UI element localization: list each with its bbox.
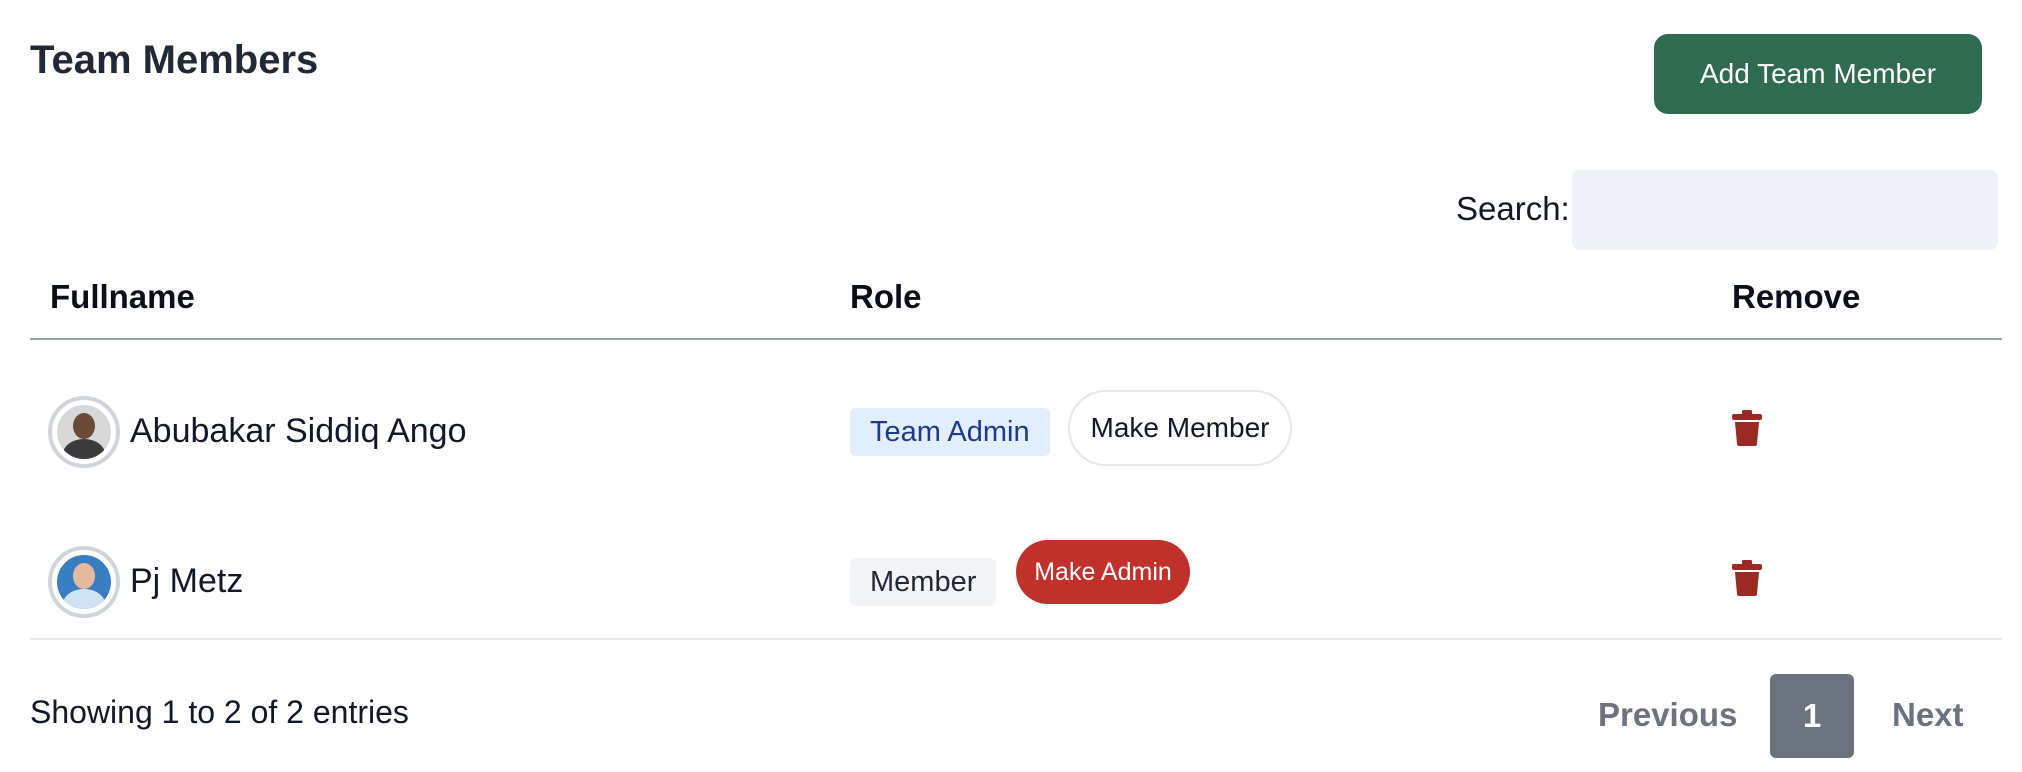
- role-badge-member: Member: [850, 558, 997, 606]
- page-number-button[interactable]: 1: [1770, 674, 1854, 758]
- table-header: Fullname Role Remove: [30, 258, 2002, 340]
- table-row: Pj Metz Member Make Admin: [30, 490, 2002, 640]
- page-title: Team Members: [30, 38, 319, 82]
- team-members-table: Fullname Role Remove Abubakar Siddiq Ang…: [30, 258, 2002, 640]
- member-name: Abubakar Siddiq Ango: [130, 412, 467, 450]
- search-label: Search:: [1456, 190, 1570, 227]
- table-row: Abubakar Siddiq Ango Team Admin Make Mem…: [30, 340, 2002, 490]
- make-member-button[interactable]: Make Member: [1068, 390, 1292, 466]
- avatar-image: [57, 555, 111, 609]
- column-header-remove[interactable]: Remove: [1732, 278, 1860, 316]
- user-avatar-icon: [48, 546, 120, 618]
- team-members-page: Team Members Add Team Member Search: Ful…: [0, 0, 2022, 772]
- column-header-role[interactable]: Role: [850, 278, 922, 316]
- previous-page-button[interactable]: Previous: [1598, 696, 1737, 734]
- column-header-fullname[interactable]: Fullname: [50, 278, 195, 316]
- trash-icon[interactable]: [1732, 410, 1762, 446]
- add-team-member-button[interactable]: Add Team Member: [1654, 34, 1982, 114]
- next-page-button[interactable]: Next: [1892, 696, 1964, 734]
- make-admin-button[interactable]: Make Admin: [1016, 540, 1190, 604]
- user-avatar-icon: [48, 396, 120, 468]
- role-badge-team-admin: Team Admin: [850, 408, 1050, 456]
- avatar-image: [57, 405, 111, 459]
- entries-info: Showing 1 to 2 of 2 entries: [30, 694, 409, 730]
- member-name: Pj Metz: [130, 562, 244, 600]
- trash-icon[interactable]: [1732, 560, 1762, 596]
- search-input[interactable]: [1572, 170, 1998, 250]
